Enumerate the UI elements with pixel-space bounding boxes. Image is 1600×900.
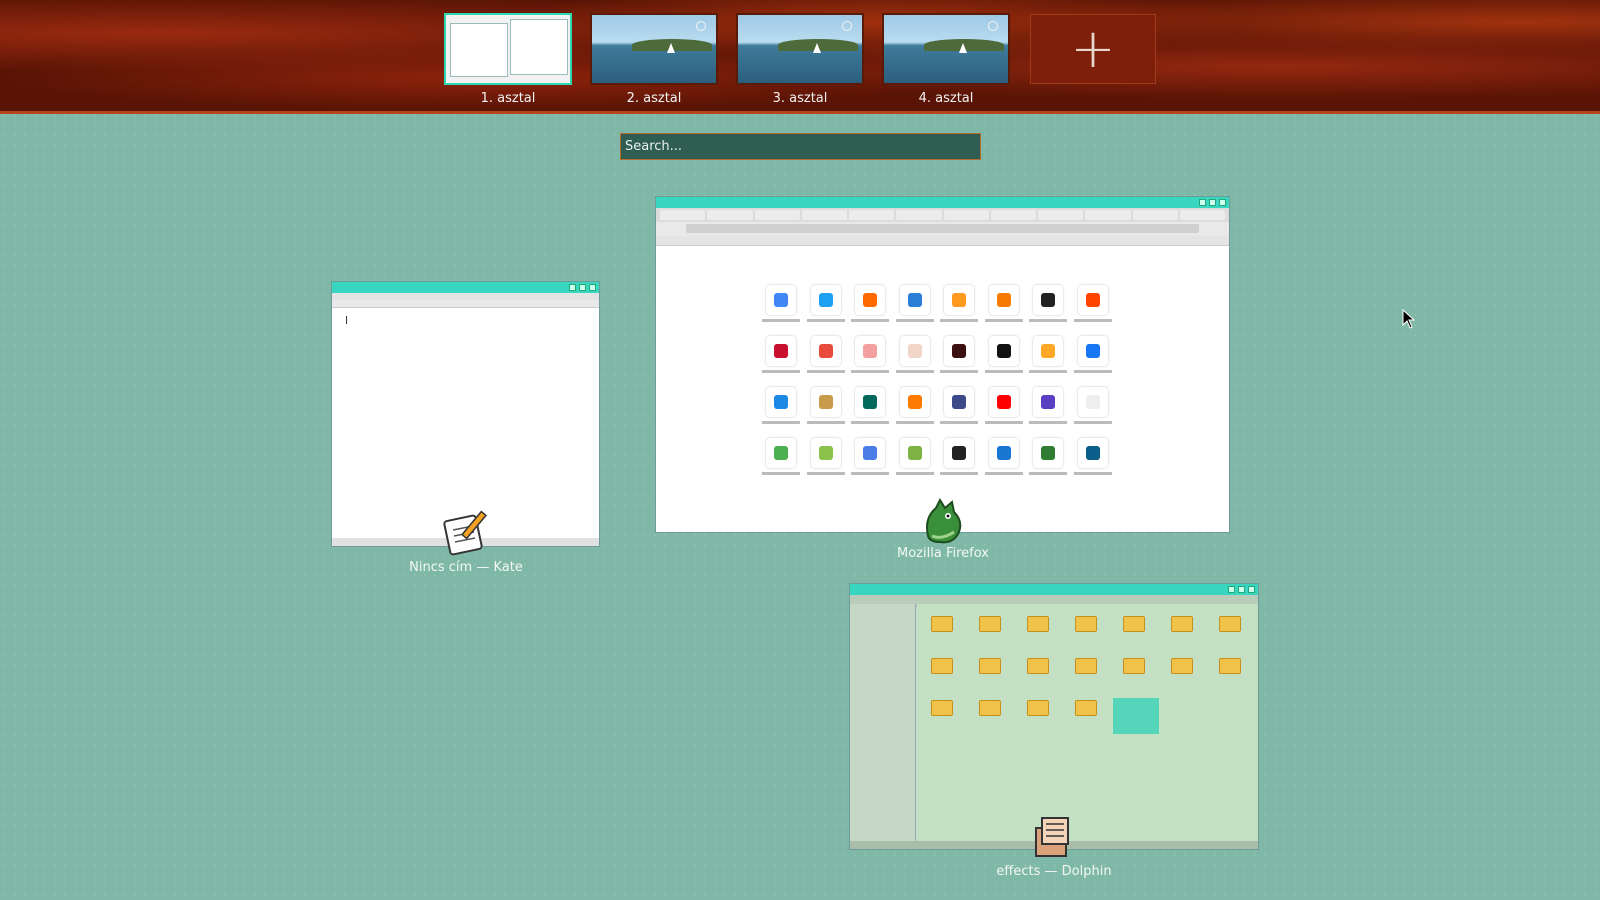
text-editor-icon — [443, 510, 487, 556]
firefox-caption: Mozilla Firefox — [897, 546, 989, 561]
desktop-2-thumbnail — [590, 13, 718, 85]
desktop-3-thumbnail — [736, 13, 864, 85]
add-desktop-button[interactable]: + — [1030, 14, 1156, 84]
desktop-2-label: 2. asztal — [626, 91, 682, 106]
desktop-4-thumbnail — [882, 13, 1010, 85]
file-manager-icon — [1035, 817, 1069, 857]
desktop-4-label: 4. asztal — [918, 91, 974, 106]
mouse-cursor-icon — [1402, 309, 1416, 329]
firefox-thumbnail[interactable] — [655, 196, 1230, 533]
desktop-1[interactable]: 1. asztal — [444, 13, 572, 106]
desktop-2[interactable]: 2. asztal — [590, 13, 718, 106]
desktop-1-label: 1. asztal — [480, 91, 536, 106]
virtual-desktop-bar: 1. asztal 2. asztal 3. asztal 4. asztal … — [0, 0, 1600, 114]
desktop-4[interactable]: 4. asztal — [882, 13, 1010, 106]
kate-caption: Nincs cím — Kate — [409, 560, 523, 575]
dolphin-thumbnail[interactable] — [849, 583, 1259, 850]
search-input[interactable] — [620, 133, 981, 160]
firefox-icon — [926, 497, 962, 544]
desktop-1-thumbnail — [444, 13, 572, 85]
desktop-3[interactable]: 3. asztal — [736, 13, 864, 106]
firefox-shortcut-grid — [762, 285, 1122, 475]
desktop-3-label: 3. asztal — [772, 91, 828, 106]
dolphin-caption: effects — Dolphin — [996, 864, 1112, 879]
